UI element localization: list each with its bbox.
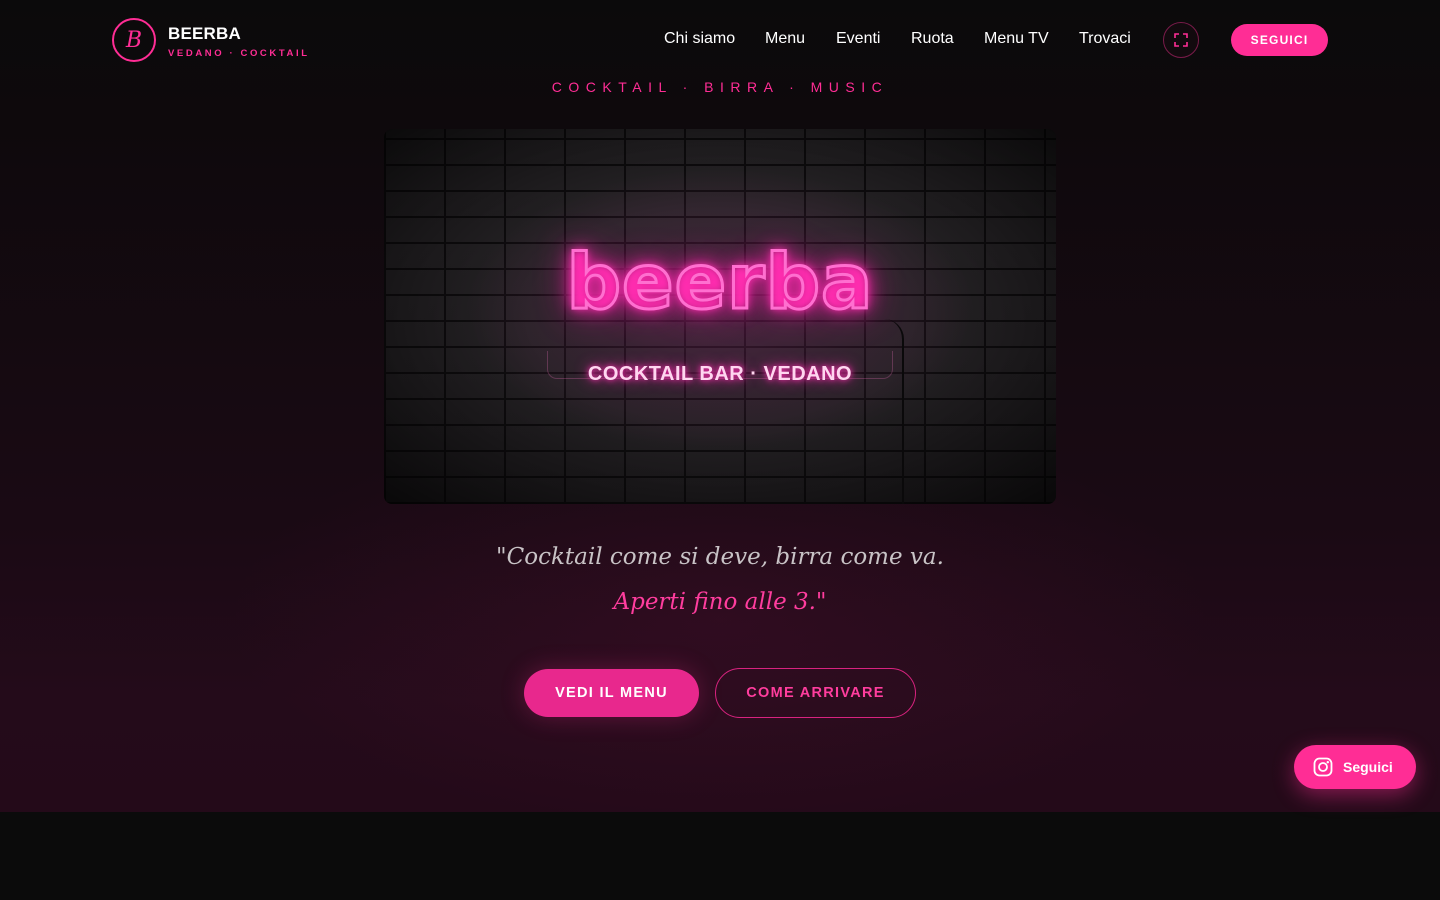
nav-item-menu-tv[interactable]: Menu TV: [984, 30, 1049, 48]
hero-tagline: COCKTAIL · BIRRA · MUSIC: [551, 79, 889, 95]
nav-item-ruota[interactable]: Ruota: [911, 30, 954, 48]
nav-item-menu[interactable]: Menu: [765, 30, 805, 48]
nav-item-eventi[interactable]: Eventi: [836, 30, 880, 48]
view-menu-button[interactable]: VEDI IL MENU: [524, 669, 699, 717]
brand-logo[interactable]: B: [112, 18, 156, 62]
floating-follow-button[interactable]: Seguici: [1294, 745, 1416, 789]
site-header: B BEERBA VEDANO · COCKTAIL Chi siamo Men…: [0, 0, 1440, 80]
instagram-icon: [1313, 757, 1333, 777]
brand-name[interactable]: BEERBA: [168, 24, 241, 44]
logo-letter: B: [125, 27, 143, 53]
follow-button[interactable]: SEGUICI: [1231, 24, 1328, 56]
floating-follow-label: Seguici: [1343, 759, 1393, 775]
directions-button[interactable]: COME ARRIVARE: [715, 668, 916, 718]
quote-line-1: "Cocktail come si deve, birra come va.: [496, 544, 944, 570]
nav-item-trovaci[interactable]: Trovaci: [1079, 30, 1131, 48]
brand-subtitle: VEDANO · COCKTAIL: [168, 48, 310, 59]
fullscreen-icon: [1174, 33, 1188, 47]
neon-logo-text: beerba: [565, 236, 874, 328]
neon-subtitle-text: COCKTAIL BAR · VEDANO: [587, 363, 853, 385]
quote-line-2: Aperti fino alle 3.": [613, 589, 827, 615]
nav-item-chi-siamo[interactable]: Chi siamo: [664, 30, 735, 48]
neon-sign-wire: [884, 319, 904, 504]
page-below-fold: [0, 812, 1440, 900]
fullscreen-button[interactable]: [1163, 22, 1199, 58]
neon-banner-image: beerba COCKTAIL BAR · VEDANO: [384, 129, 1056, 504]
